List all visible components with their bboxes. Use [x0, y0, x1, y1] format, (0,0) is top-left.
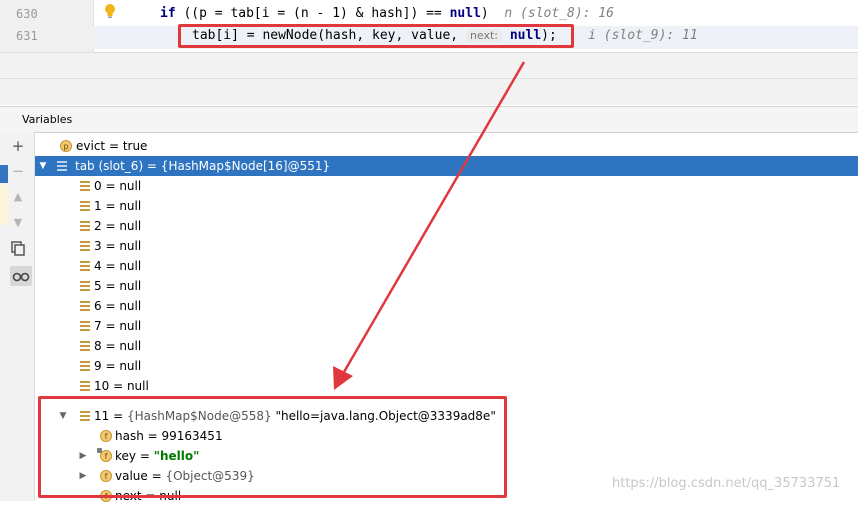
array-element[interactable]: 9 = null: [35, 356, 858, 376]
keyword: if: [160, 6, 176, 21]
array-element[interactable]: 6 = null: [35, 296, 858, 316]
array-element-icon: [80, 321, 90, 331]
variable-tab: tab (slot_6) = {HashMap$Node[16]@551}: [75, 159, 331, 173]
element-text: 2 = null: [94, 219, 142, 233]
element-text: 5 = null: [94, 279, 142, 293]
parameter-icon: p: [60, 140, 72, 152]
element-text: 9 = null: [94, 359, 142, 373]
array-element-icon: [80, 241, 90, 251]
lightbulb-icon[interactable]: [103, 3, 117, 19]
array-element[interactable]: 10 = null: [35, 376, 858, 396]
array-element[interactable]: 3 = null: [35, 236, 858, 256]
element-text: 8 = null: [94, 339, 142, 353]
array-element-icon: [80, 361, 90, 371]
variable-evict: evict = true: [76, 139, 148, 153]
array-element[interactable]: 5 = null: [35, 276, 858, 296]
array-element[interactable]: 7 = null: [35, 316, 858, 336]
array-element[interactable]: 8 = null: [35, 336, 858, 356]
divider: [0, 78, 858, 79]
element-text: 7 = null: [94, 319, 142, 333]
annotation-box-node: [38, 396, 507, 498]
array-element[interactable]: 4 = null: [35, 256, 858, 276]
plus-icon[interactable]: +: [9, 137, 27, 155]
annotation-box-code: [178, 24, 574, 48]
variables-panel-header: Variables: [0, 106, 858, 133]
element-text: 10 = null: [94, 379, 149, 393]
tree-row-evict[interactable]: p evict = true: [35, 136, 858, 156]
array-element-icon: [80, 221, 90, 231]
frame-selection-indicator: [0, 165, 8, 183]
code-text: ((p = tab[i = (n - 1) & hash]) ==: [175, 6, 450, 21]
chevron-down-icon[interactable]: ▼: [37, 156, 49, 176]
element-text: 0 = null: [94, 179, 142, 193]
array-element[interactable]: 1 = null: [35, 196, 858, 216]
array-icon: [57, 161, 67, 171]
code-line-630[interactable]: if ((p = tab[i = (n - 1) & hash]) == nul…: [160, 6, 614, 21]
inline-value-hint: n (slot_8): 16: [504, 6, 614, 21]
array-element-icon: [80, 201, 90, 211]
frame-background: [0, 185, 8, 225]
copy-icon[interactable]: [9, 240, 27, 258]
array-element-icon: [80, 301, 90, 311]
line-number: 631: [16, 29, 38, 43]
element-text: 1 = null: [94, 199, 142, 213]
tree-row-tab[interactable]: ▼ tab (slot_6) = {HashMap$Node[16]@551}: [35, 156, 858, 176]
watermark: https://blog.csdn.net/qq_35733751: [612, 476, 841, 491]
array-element-icon: [80, 281, 90, 291]
editor-gutter: 630 631: [0, 0, 94, 52]
array-element[interactable]: 2 = null: [35, 216, 858, 236]
up-icon[interactable]: ▲: [9, 188, 27, 206]
code-text: ): [480, 6, 489, 21]
minus-icon[interactable]: −: [9, 162, 27, 180]
element-text: 6 = null: [94, 299, 142, 313]
inline-value-hint: i (slot_9): 11: [588, 28, 698, 43]
array-element-icon: [80, 261, 90, 271]
panel-title: Variables: [22, 113, 73, 126]
array-element-icon: [80, 181, 90, 191]
array-element[interactable]: 0 = null: [35, 176, 858, 196]
element-text: 3 = null: [94, 239, 142, 253]
keyword: null: [449, 6, 481, 21]
element-text: 4 = null: [94, 259, 142, 273]
glasses-icon[interactable]: [10, 266, 32, 286]
array-element-icon: [80, 341, 90, 351]
down-icon[interactable]: ▼: [9, 214, 27, 232]
line-number: 630: [16, 7, 38, 21]
array-element-icon: [80, 381, 90, 391]
